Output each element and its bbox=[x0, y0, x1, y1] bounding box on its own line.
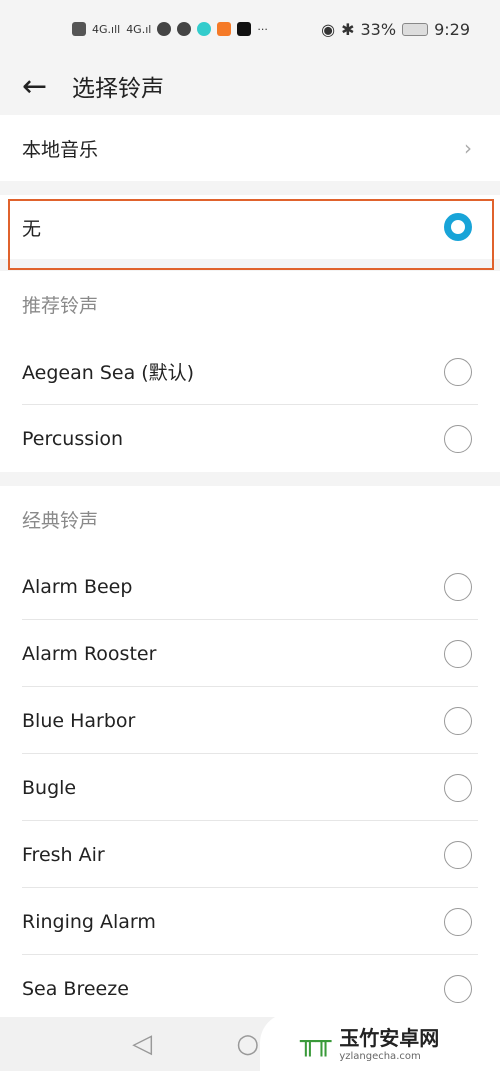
radio-button[interactable] bbox=[444, 572, 472, 601]
ringtone-item[interactable]: Fresh Air bbox=[0, 821, 500, 888]
radio-button[interactable] bbox=[444, 424, 472, 453]
watermark: ╥╥ 玉竹安卓网 yzlangecha.com bbox=[260, 1013, 500, 1071]
ringtone-label: Aegean Sea (默认) bbox=[22, 362, 195, 384]
group-title-classic: 经典铃声 bbox=[22, 510, 99, 532]
eye-icon: ◉ bbox=[321, 19, 336, 39]
recommended-card: 推荐铃声 Aegean Sea (默认) Percussion bbox=[0, 271, 500, 472]
ringtone-item[interactable]: Percussion bbox=[0, 405, 500, 472]
battery-icon bbox=[402, 22, 429, 36]
local-music-label: 本地音乐 bbox=[22, 138, 99, 161]
ringtone-item[interactable]: Alarm Beep bbox=[0, 553, 500, 620]
local-music-item[interactable]: 本地音乐 › bbox=[0, 115, 500, 181]
tiktok-icon bbox=[237, 22, 252, 36]
header: ← 选择铃声 bbox=[0, 58, 500, 114]
ringtone-label: Blue Harbor bbox=[22, 709, 136, 732]
ringtone-label: Percussion bbox=[22, 427, 124, 450]
signal-icon: 4G.ıl bbox=[126, 22, 152, 36]
home-circle-icon[interactable]: ○ bbox=[236, 1029, 259, 1059]
watermark-url: yzlangecha.com bbox=[339, 1051, 421, 1062]
radio-button[interactable] bbox=[444, 706, 472, 735]
ringtone-item[interactable]: Ringing Alarm bbox=[0, 888, 500, 955]
more-icon: ··· bbox=[257, 22, 268, 36]
back-arrow-icon[interactable]: ← bbox=[22, 69, 72, 104]
group-title-recommended: 推荐铃声 bbox=[22, 295, 99, 317]
ringtone-item[interactable]: Blue Harbor bbox=[0, 687, 500, 754]
battery-percent: 33% bbox=[360, 19, 397, 39]
classic-card: 经典铃声 Alarm Beep Alarm Rooster Blue Harbo… bbox=[0, 486, 500, 1017]
radio-button[interactable] bbox=[444, 907, 472, 936]
ringtone-item[interactable]: Bugle bbox=[0, 754, 500, 821]
chat-icon bbox=[177, 22, 192, 36]
chevron-right-icon: › bbox=[464, 136, 472, 160]
ringtone-label: Alarm Beep bbox=[22, 575, 133, 598]
ringtone-label: Sea Breeze bbox=[22, 977, 129, 1000]
back-triangle-icon[interactable]: ◁ bbox=[132, 1029, 152, 1059]
ringtone-item[interactable]: Alarm Rooster bbox=[0, 620, 500, 687]
radio-button[interactable] bbox=[444, 639, 472, 668]
radio-button[interactable] bbox=[444, 773, 472, 802]
bluetooth-icon: ✱ bbox=[341, 19, 355, 39]
ringtone-label: Bugle bbox=[22, 776, 77, 799]
time: 9:29 bbox=[434, 19, 470, 39]
highlight-box bbox=[8, 199, 494, 270]
page-title: 选择铃声 bbox=[72, 76, 164, 102]
ringtone-item[interactable]: Aegean Sea (默认) bbox=[0, 338, 500, 405]
radio-button[interactable] bbox=[444, 840, 472, 869]
radio-button[interactable] bbox=[444, 357, 472, 386]
watermark-name: 玉竹安卓网 bbox=[339, 1026, 440, 1050]
ringtone-label: Ringing Alarm bbox=[22, 910, 156, 933]
cloud-icon bbox=[157, 22, 172, 36]
ringtone-label: Fresh Air bbox=[22, 843, 105, 866]
ringtone-label: Alarm Rooster bbox=[22, 642, 157, 665]
video-icon bbox=[197, 22, 212, 36]
watermark-logo-icon: ╥╥ bbox=[300, 1027, 332, 1057]
play-icon bbox=[217, 22, 232, 36]
radio-button[interactable] bbox=[444, 974, 472, 1003]
status-bar: 4G.ıll 4G.ıl ··· ◉ ✱ 33% 9:29 bbox=[0, 0, 500, 58]
signal-icon: 4G.ıll bbox=[92, 22, 121, 36]
hd-icon bbox=[72, 22, 86, 36]
local-music-card: 本地音乐 › bbox=[0, 115, 500, 181]
ringtone-item[interactable]: Sea Breeze bbox=[0, 955, 500, 1022]
